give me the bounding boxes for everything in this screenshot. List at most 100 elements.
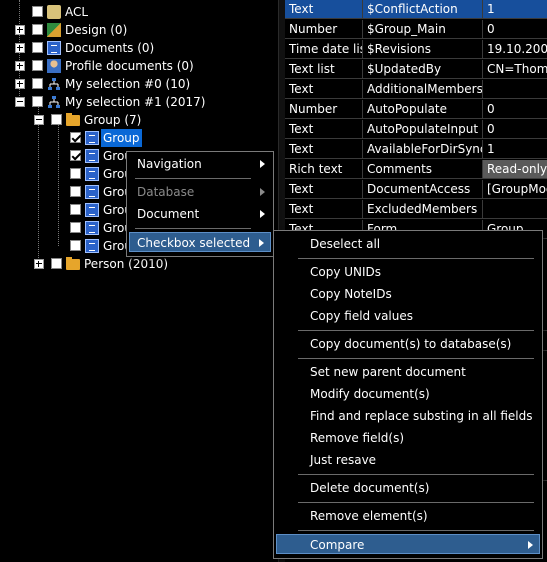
field-value: 1 (483, 140, 547, 159)
checkbox[interactable] (70, 186, 81, 197)
submenu-arrow-icon (259, 239, 264, 247)
tree-item-label: Profile documents (0) (65, 59, 194, 73)
checkbox[interactable] (32, 24, 43, 35)
expand-icon[interactable] (15, 79, 25, 89)
grid-row[interactable]: Text list $UpdatedBy CN=Thomas (285, 60, 547, 80)
checkbox[interactable] (70, 168, 81, 179)
checkbox[interactable] (32, 60, 43, 71)
tree-item-documents[interactable]: Documents (0) (0, 39, 270, 57)
menu-item-label: Checkbox selected (137, 236, 251, 250)
menu-item-remove-fields[interactable]: Remove field(s) (276, 428, 538, 448)
menu-item-deselect-all[interactable]: Deselect all (276, 234, 538, 254)
navigator-tree[interactable]: ACL Design (0) Documents (0) Profile doc… (0, 0, 278, 562)
menu-item-remove-elements[interactable]: Remove element(s) (276, 506, 538, 526)
menu-item-navigation[interactable]: Navigation (129, 154, 271, 174)
menu-separator (298, 474, 534, 475)
menu-item-document[interactable]: Document (129, 204, 271, 224)
field-name: AutoPopulate (363, 100, 483, 119)
field-name: ExcludedMembers (363, 200, 483, 219)
field-type: Text (285, 120, 363, 139)
checkbox[interactable] (32, 96, 43, 107)
selection-icon (47, 77, 61, 91)
tree-item-acl[interactable]: ACL (0, 3, 270, 21)
grid-row[interactable]: Text AdditionalMembers (285, 80, 547, 100)
tree-item-label: Group (101, 129, 142, 147)
grid-row[interactable]: Text ExcludedMembers (285, 200, 547, 220)
grid-row[interactable]: Text DocumentAccess [GroupModifie (285, 180, 547, 200)
checkbox[interactable] (70, 240, 81, 251)
checkbox[interactable] (32, 78, 43, 89)
menu-item-label: Copy NoteIDs (310, 287, 392, 301)
menu-separator (135, 228, 251, 229)
checkbox[interactable] (32, 42, 43, 53)
field-name: AdditionalMembers (363, 80, 483, 99)
menu-separator (298, 530, 534, 531)
grid-row[interactable]: Time date list $Revisions 19.10.2009 2 (285, 40, 547, 60)
field-name: $Group_Main (363, 20, 483, 39)
collapse-icon[interactable] (34, 115, 44, 125)
tree-item-group[interactable]: Group (0, 129, 270, 147)
tree-item-my-selection-1[interactable]: My selection #1 (2017) (0, 93, 270, 111)
tree-item-label: Person (2010) (84, 257, 169, 271)
field-value: Read-only da (483, 160, 547, 179)
menu-item-copy-field-values[interactable]: Copy field values (276, 306, 538, 326)
menu-separator (298, 358, 534, 359)
menu-item-compare[interactable]: Compare (276, 534, 540, 554)
submenu-arrow-icon (528, 541, 533, 549)
tree-item-label: Design (0) (65, 23, 128, 37)
checkbox[interactable] (51, 258, 62, 269)
menu-item-database[interactable]: Database (129, 182, 271, 202)
menu-separator (298, 502, 534, 503)
document-icon (85, 167, 99, 181)
menu-item-find-and-replace[interactable]: Find and replace substing in all fields (276, 406, 538, 426)
tree-item-label: My selection #0 (10) (65, 77, 191, 91)
checkbox-checked[interactable] (70, 132, 81, 143)
expand-icon[interactable] (15, 61, 25, 71)
checkbox[interactable] (51, 114, 62, 125)
field-value: 1 (483, 0, 547, 19)
grid-row[interactable]: Text AvailableForDirSync 1 (285, 140, 547, 160)
submenu-arrow-icon (260, 188, 265, 196)
menu-item-label: Deselect all (310, 237, 381, 251)
document-icon (85, 185, 99, 199)
grid-row[interactable]: Rich text Comments Read-only da (285, 160, 547, 180)
menu-item-checkbox-selected[interactable]: Checkbox selected (129, 232, 271, 252)
checkbox[interactable] (32, 6, 43, 17)
menu-item-label: Delete document(s) (310, 481, 430, 495)
checkbox[interactable] (70, 222, 81, 233)
field-type: Number (285, 20, 363, 39)
menu-item-label: Compare (310, 538, 365, 552)
expand-icon[interactable] (34, 259, 44, 269)
tree-item-label: Documents (0) (65, 41, 155, 55)
expand-icon[interactable] (15, 43, 25, 53)
menu-item-copy-unids[interactable]: Copy UNIDs (276, 262, 538, 282)
grid-row[interactable]: Number AutoPopulate 0 (285, 100, 547, 120)
tree-item-profile-documents[interactable]: Profile documents (0) (0, 57, 270, 75)
menu-item-just-resave[interactable]: Just resave (276, 450, 538, 470)
collapse-icon[interactable] (15, 97, 25, 107)
menu-item-copy-noteids[interactable]: Copy NoteIDs (276, 284, 538, 304)
tree-item-person-folder[interactable]: Person (2010) (0, 255, 270, 273)
grid-row[interactable]: Text AutoPopulateInput 0 (285, 120, 547, 140)
menu-item-modify-documents[interactable]: Modify document(s) (276, 384, 538, 404)
menu-separator (298, 330, 534, 331)
menu-item-label: Find and replace substing in all fields (310, 409, 533, 423)
tree-item-design[interactable]: Design (0) (0, 21, 270, 39)
menu-item-delete-documents[interactable]: Delete document(s) (276, 478, 538, 498)
tree-item-group-folder[interactable]: Group (7) (0, 111, 270, 129)
menu-item-label: Document (137, 207, 200, 221)
menu-item-set-parent-document[interactable]: Set new parent document (276, 362, 538, 382)
tree-item-label: ACL (65, 5, 89, 19)
document-icon (85, 221, 99, 235)
profile-icon (47, 59, 61, 73)
tree-item-my-selection-0[interactable]: My selection #0 (10) (0, 75, 270, 93)
checkbox[interactable] (70, 204, 81, 215)
expand-icon[interactable] (15, 25, 25, 35)
folder-icon (66, 113, 80, 126)
checkbox-checked[interactable] (70, 150, 81, 161)
grid-row[interactable]: Number $Group_Main 0 (285, 20, 547, 40)
menu-item-label: Set new parent document (310, 365, 466, 379)
grid-row[interactable]: Text $ConflictAction 1 (285, 0, 547, 20)
menu-item-copy-documents-to-database[interactable]: Copy document(s) to database(s) (276, 334, 538, 354)
menu-separator (135, 178, 251, 179)
